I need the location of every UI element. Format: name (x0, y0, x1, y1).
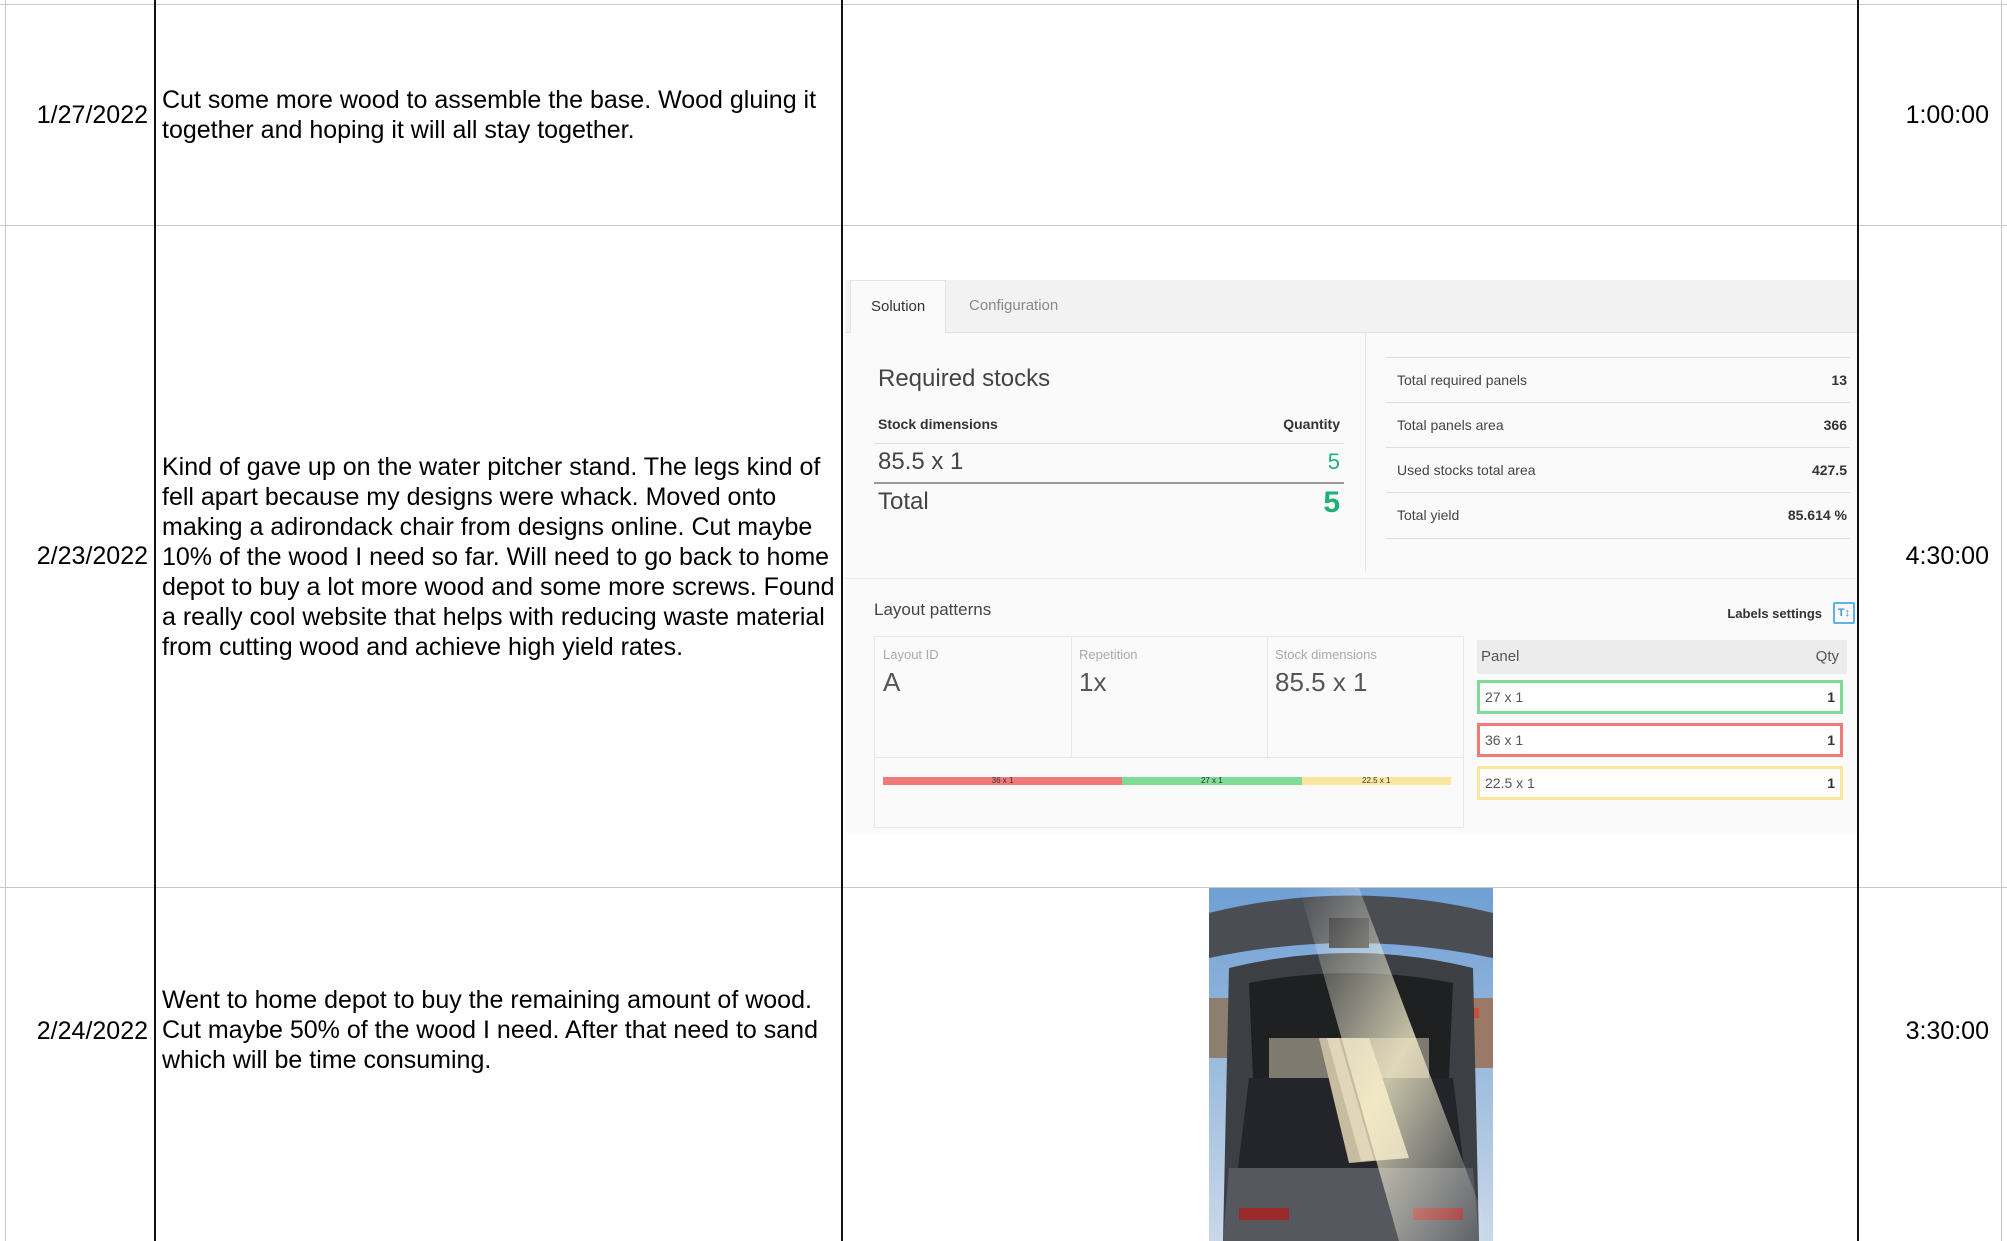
panel-table-header: Panel Qty (1477, 640, 1847, 674)
layout-pattern-card: Layout ID A Repetition 1x Stock dimensio… (874, 636, 1464, 828)
qty-header: Qty (1815, 648, 1839, 665)
required-stocks-title: Required stocks (878, 365, 1051, 392)
date-text: 1/27/2022 (36, 100, 148, 129)
stock-quantity-value: 5 (1327, 449, 1340, 474)
repetition-value: 1x (1079, 667, 1107, 697)
tab-solution[interactable]: Solution (850, 280, 947, 333)
divider (1386, 447, 1850, 448)
description-cell[interactable]: Kind of gave up on the water pitcher sta… (156, 226, 841, 887)
layout-patterns-title: Layout patterns (874, 600, 992, 619)
description-text: Kind of gave up on the water pitcher sta… (162, 452, 835, 661)
layout-id-cell: Layout ID A (875, 637, 1072, 757)
cut-layout-bar: 36 x 1 27 x 1 22.5 x 1 (883, 777, 1451, 785)
description-cell[interactable]: Cut some more wood to assemble the base.… (156, 5, 841, 225)
date-cell[interactable]: 1/27/2022 (6, 5, 154, 225)
stat-label: Total yield (1397, 507, 1460, 523)
description-text: Cut some more wood to assemble the base.… (162, 86, 817, 144)
stock-row: 85.5 x 1 5 (874, 446, 1344, 480)
stock-dimensions-cell: Stock dimensions 85.5 x 1 (1267, 637, 1463, 757)
stock-dimensions-value: 85.5 x 1 (878, 448, 964, 475)
text-size-icon[interactable]: T↕ (1833, 602, 1855, 624)
panel-qty: 1 (1827, 775, 1835, 791)
stock-dimensions-label: Stock dimensions (1275, 647, 1377, 662)
date-text: 2/24/2022 (36, 1016, 148, 1045)
description-text: Went to home depot to buy the remaining … (162, 986, 818, 1074)
divider (874, 443, 1344, 444)
layout-id-value: A (883, 667, 901, 697)
total-label: Total (878, 488, 929, 515)
image-cell[interactable] (843, 5, 1857, 225)
panel-row: 27 x 1 1 (1477, 680, 1843, 714)
cutlist-optimizer-screenshot: Solution Configuration Required stocks S… (845, 280, 1857, 833)
duration-cell[interactable]: 4:30:00 (1859, 226, 2001, 887)
divider (1386, 402, 1850, 403)
panel-qty: 1 (1827, 732, 1835, 748)
stat-value: 427.5 (1811, 462, 1847, 478)
stat-label: Used stocks total area (1397, 462, 1536, 478)
duration-cell[interactable]: 1:00:00 (1859, 5, 2001, 225)
panel-row: 22.5 x 1 1 (1477, 766, 1843, 800)
stat-value: 366 (1823, 417, 1847, 433)
divider (1386, 357, 1850, 358)
divider (875, 757, 1463, 758)
duration-text: 1:00:00 (1905, 100, 1989, 129)
duration-text: 4:30:00 (1905, 542, 1989, 570)
stat-value: 13 (1831, 372, 1847, 388)
labels-settings-link[interactable]: Labels settings (1727, 606, 1822, 621)
panel-size: 22.5 x 1 (1485, 775, 1535, 791)
stat-label: Total required panels (1397, 372, 1527, 388)
date-text: 2/23/2022 (36, 542, 148, 570)
divider (874, 482, 1344, 484)
panel-separator (1365, 332, 1366, 572)
panel-header: Panel (1481, 648, 1520, 665)
panel-size: 27 x 1 (1485, 689, 1524, 705)
quantity-header: Quantity (1283, 416, 1340, 432)
panel-qty: 1 (1827, 689, 1835, 705)
stock-dimensions-header: Stock dimensions (878, 416, 998, 432)
total-quantity: 5 (1323, 486, 1340, 519)
repetition-cell: Repetition 1x (1071, 637, 1268, 757)
duration-cell[interactable]: 3:30:00 (1859, 888, 2001, 1241)
cut-segment: 36 x 1 (883, 777, 1123, 785)
date-cell[interactable]: 2/24/2022 (6, 888, 154, 1241)
duration-text: 3:30:00 (1905, 1016, 1989, 1045)
stat-value: 85.614 % (1787, 507, 1847, 523)
description-cell[interactable]: Went to home depot to buy the remaining … (156, 888, 841, 1241)
column-divider (2001, 0, 2002, 1241)
divider (1386, 492, 1850, 493)
tab-bar: Solution Configuration (845, 280, 1857, 333)
stock-dimensions-value: 85.5 x 1 (1275, 667, 1368, 697)
date-cell[interactable]: 2/23/2022 (6, 226, 154, 887)
panel-row: 36 x 1 1 (1477, 723, 1843, 757)
spreadsheet: 1/27/2022 Cut some more wood to assemble… (0, 0, 2007, 1241)
tab-configuration[interactable]: Configuration (949, 280, 1078, 332)
layout-id-label: Layout ID (883, 647, 939, 662)
panel-size: 36 x 1 (1485, 732, 1524, 748)
divider (1386, 538, 1850, 539)
stat-label: Total panels area (1397, 417, 1504, 433)
cut-segment: 22.5 x 1 (1301, 777, 1451, 785)
section-divider (845, 578, 1857, 579)
repetition-label: Repetition (1079, 647, 1138, 662)
total-row: Total 5 (874, 486, 1344, 526)
car-trunk-photo (1209, 888, 1493, 1241)
cut-segment: 27 x 1 (1122, 777, 1302, 785)
